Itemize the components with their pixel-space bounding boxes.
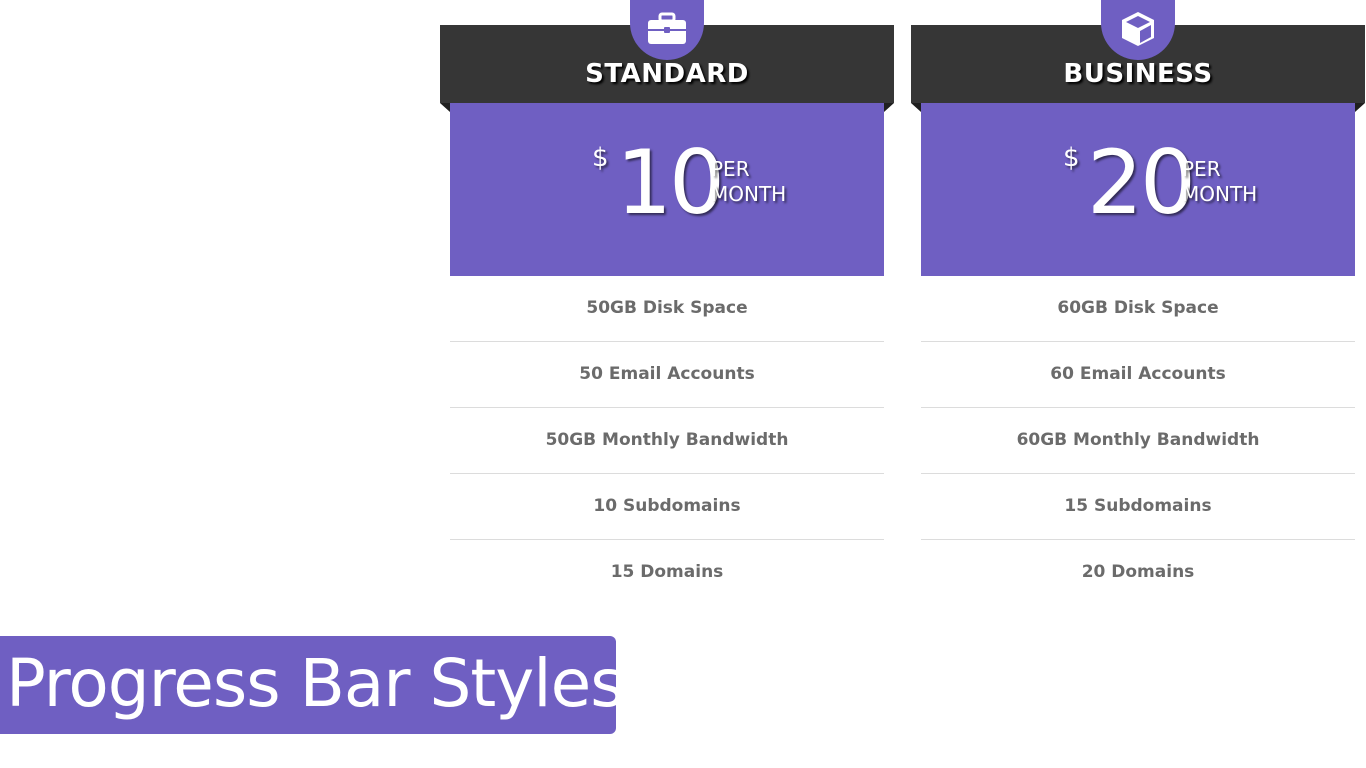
feature-list: 50GB Disk Space 50 Email Accounts 50GB M… xyxy=(450,276,884,605)
briefcase-icon xyxy=(648,12,686,44)
feature-item: 50GB Disk Space xyxy=(450,276,884,342)
feature-item: 50 Email Accounts xyxy=(450,342,884,408)
price-box: $ 20 PER MONTH xyxy=(921,103,1355,276)
plan-icon-badge xyxy=(1101,0,1175,60)
plan-header: STANDARD xyxy=(440,0,894,112)
feature-item: 10 Subdomains xyxy=(450,474,884,540)
feature-item: 15 Subdomains xyxy=(921,474,1355,540)
feature-list: 60GB Disk Space 60 Email Accounts 60GB M… xyxy=(921,276,1355,605)
price-period-line1: PER xyxy=(1182,157,1221,181)
price-box: $ 10 PER MONTH xyxy=(450,103,884,276)
feature-item: 60GB Disk Space xyxy=(921,276,1355,342)
price-period-line2: MONTH xyxy=(711,182,787,206)
feature-item: 50GB Monthly Bandwidth xyxy=(450,408,884,474)
currency-symbol: $ xyxy=(1063,143,1080,173)
price-period: PER MONTH xyxy=(1182,157,1257,207)
cube-icon xyxy=(1122,12,1154,46)
feature-item: 60GB Monthly Bandwidth xyxy=(921,408,1355,474)
price-period-line2: MONTH xyxy=(1182,182,1258,206)
plan-icon-badge xyxy=(630,0,704,60)
price-period: PER MONTH xyxy=(711,157,786,207)
page: STANDARD $ 10 PER MONTH 50GB Disk Space … xyxy=(0,0,1366,768)
price-amount: 10 xyxy=(616,131,725,234)
plan-name: BUSINESS xyxy=(1063,59,1213,89)
price-amount: 20 xyxy=(1087,131,1196,234)
pricing-card-standard: STANDARD $ 10 PER MONTH 50GB Disk Space … xyxy=(440,0,894,605)
pricing-card-business: BUSINESS $ 20 PER MONTH 60GB Disk Space … xyxy=(911,0,1365,605)
plan-name: STANDARD xyxy=(585,59,749,89)
title-banner: Progress Bar Styles xyxy=(0,636,616,734)
feature-item: 60 Email Accounts xyxy=(921,342,1355,408)
plan-header: BUSINESS xyxy=(911,0,1365,112)
currency-symbol: $ xyxy=(592,143,609,173)
feature-item: 20 Domains xyxy=(1081,562,1195,582)
feature-item: 15 Domains xyxy=(610,562,724,582)
price-period-line1: PER xyxy=(711,157,750,181)
